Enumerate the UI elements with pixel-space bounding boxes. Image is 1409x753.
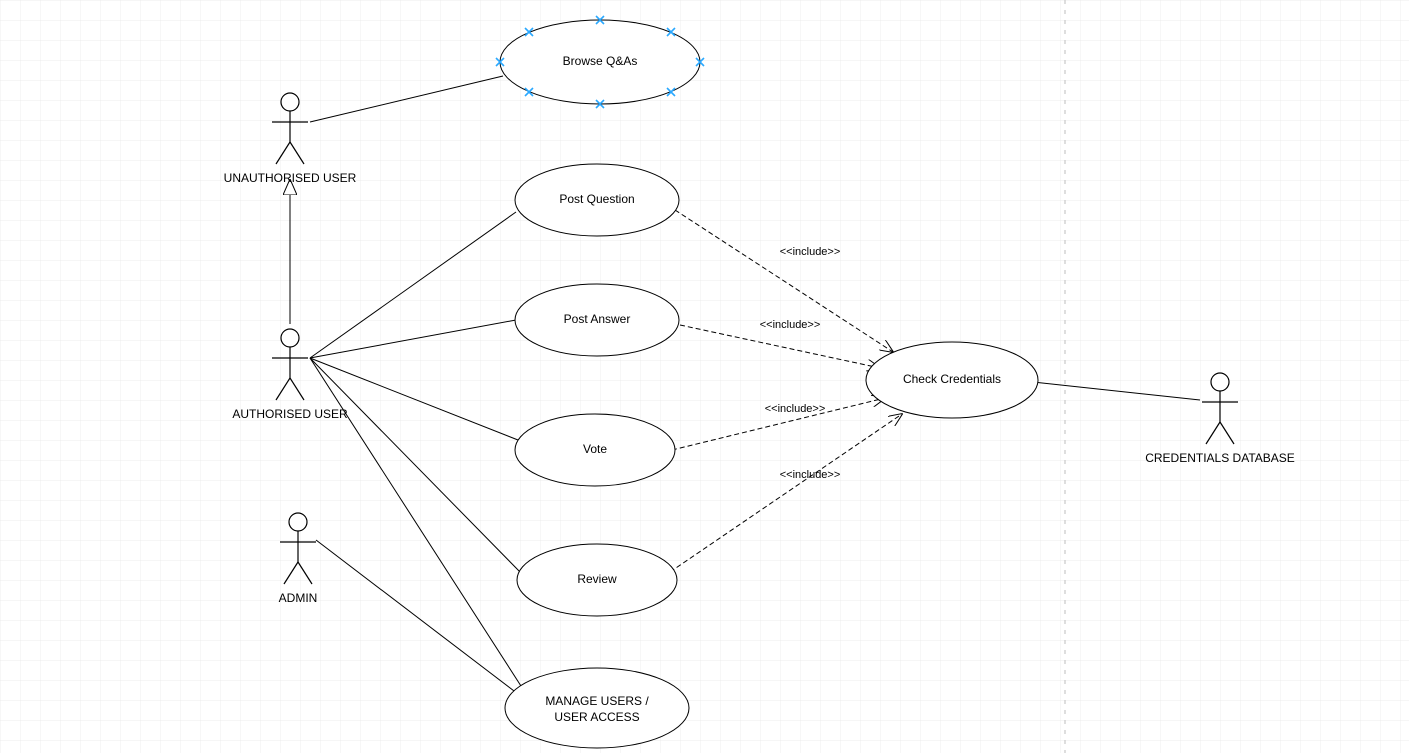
usecase-browse-label: Browse Q&As [563, 54, 638, 68]
usecase-postq-label: Post Question [559, 192, 634, 206]
actor-unauthorised-label: UNAUTHORISED USER [224, 171, 357, 185]
grid-bg [0, 0, 1409, 753]
usecase-vote-label: Vote [583, 442, 607, 456]
usecase-review[interactable]: Review [517, 544, 677, 616]
actor-credsdb-label: CREDENTIALS DATABASE [1145, 451, 1295, 465]
usecase-manage-users[interactable]: MANAGE USERS / USER ACCESS [505, 668, 689, 748]
usecase-posta-label: Post Answer [564, 312, 631, 326]
actor-authorised-label: AUTHORISED USER [232, 407, 348, 421]
usecase-check-credentials[interactable]: Check Credentials [866, 342, 1038, 418]
include-label-vote: <<include>> [765, 403, 826, 415]
include-label-review: <<include>> [780, 469, 841, 481]
usecase-post-question[interactable]: Post Question [515, 164, 679, 236]
actor-admin-label: ADMIN [279, 591, 318, 605]
usecase-manage-label1: MANAGE USERS / [545, 694, 649, 708]
include-label-postq: <<include>> [780, 246, 841, 258]
usecase-manage-label2: USER ACCESS [554, 710, 639, 724]
usecase-vote[interactable]: Vote [515, 414, 675, 486]
usecase-post-answer[interactable]: Post Answer [515, 284, 679, 356]
include-label-posta: <<include>> [760, 319, 821, 331]
usecase-browse[interactable]: Browse Q&As [496, 16, 704, 108]
usecase-check-label: Check Credentials [903, 372, 1001, 386]
canvas[interactable]: <<include>> <<include>> <<include>> <<in… [0, 0, 1409, 753]
usecase-review-label: Review [577, 572, 617, 586]
